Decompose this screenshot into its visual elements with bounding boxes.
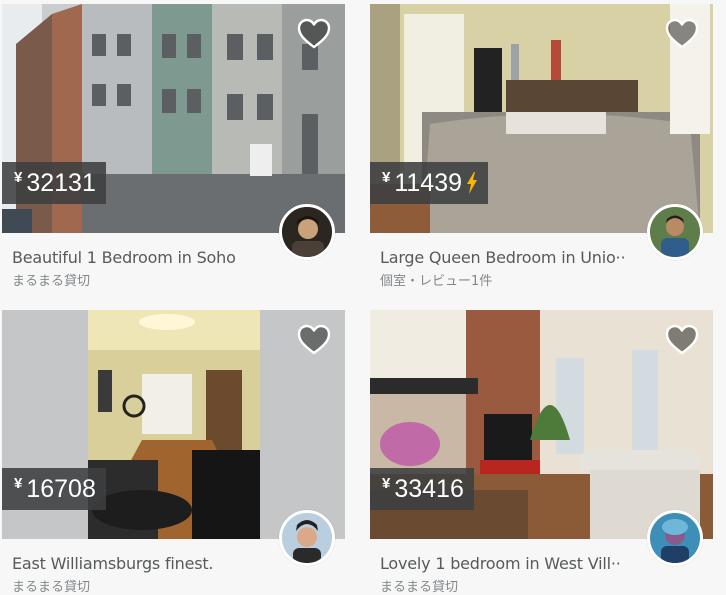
listing-photo[interactable]: ¥ 16708: [2, 310, 345, 539]
lightning-bolt-icon: [467, 172, 478, 194]
listing-title[interactable]: Beautiful 1 Bedroom in Soho: [12, 248, 268, 267]
listing-room-type: まるまる貸切: [380, 580, 459, 595]
currency-symbol: ¥: [14, 168, 23, 186]
price-tag: ¥ 16708: [2, 468, 106, 510]
listing-photo[interactable]: ¥ 32131: [2, 4, 345, 233]
currency-symbol: ¥: [14, 474, 23, 492]
price-tag: ¥ 33416: [370, 468, 474, 510]
listing-room-type: 個室・レビュー1件: [380, 274, 493, 289]
price: 32131: [26, 168, 96, 197]
listing-photo[interactable]: ¥ 11439: [370, 4, 713, 233]
heart-icon[interactable]: [665, 324, 699, 356]
listing-title[interactable]: Lovely 1 bedroom in West Vill··: [380, 554, 636, 573]
heart-icon[interactable]: [665, 18, 699, 50]
currency-symbol: ¥: [382, 168, 391, 186]
host-avatar[interactable]: [647, 204, 703, 260]
listing-card[interactable]: ¥ 11439 Large Queen Bedroom in Unio·· 個室…: [370, 4, 713, 294]
listing-room-type: まるまる貸切: [12, 274, 91, 289]
host-avatar[interactable]: [279, 510, 335, 566]
heart-icon[interactable]: [297, 324, 331, 356]
price: 16708: [26, 474, 96, 503]
price: 11439: [394, 168, 463, 197]
listing-card[interactable]: ¥ 33416 Lovely 1 bedroom in West Vill·· …: [370, 310, 713, 595]
host-avatar[interactable]: [279, 204, 335, 260]
listing-room-type: まるまる貸切: [12, 580, 91, 595]
listing-title[interactable]: Large Queen Bedroom in Unio··: [380, 248, 636, 267]
price-tag: ¥ 11439: [370, 162, 489, 204]
listing-photo[interactable]: ¥ 33416: [370, 310, 713, 539]
currency-symbol: ¥: [382, 474, 391, 492]
price-tag: ¥ 32131: [2, 162, 106, 204]
listing-card[interactable]: ¥ 16708 East Williamsburgs finest. まるまる貸…: [2, 310, 345, 595]
heart-icon[interactable]: [297, 18, 331, 50]
price: 33416: [394, 474, 464, 503]
host-avatar[interactable]: [647, 510, 703, 566]
listing-title[interactable]: East Williamsburgs finest.: [12, 554, 268, 573]
listing-card[interactable]: ¥ 32131 Beautiful 1 Bedroom in Soho まるまる…: [2, 4, 345, 294]
